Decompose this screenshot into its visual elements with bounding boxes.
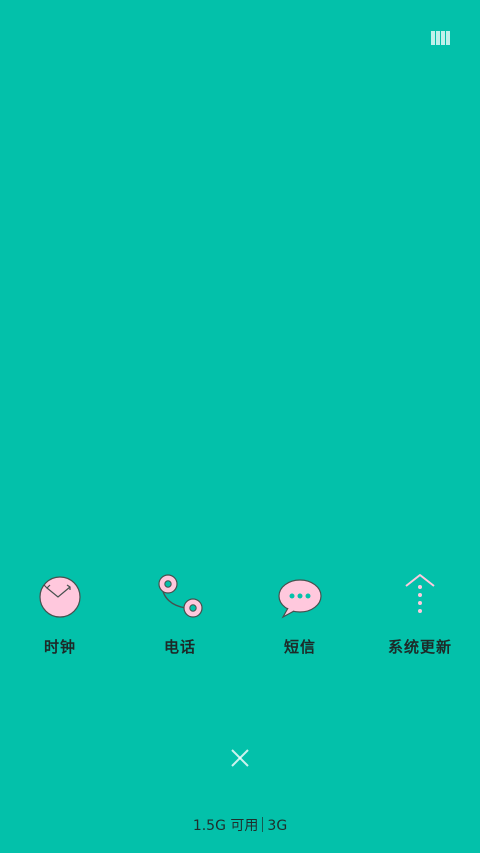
recent-apps-row: 时钟 电话 短信 系统更新 [0,566,480,666]
recent-apps-screen: 时钟 电话 短信 系统更新 1.5G 可用 3G [0,0,480,853]
multi-window-icon [431,31,450,45]
multi-window-button[interactable] [428,27,454,49]
app-label: 时钟 [43,638,76,656]
app-label: 电话 [163,638,196,656]
network-type-text: 3G [267,818,288,834]
close-all-button[interactable] [225,743,255,773]
app-phone[interactable]: 电话 [120,566,240,666]
system-update-icon [405,574,435,613]
status-divider [262,817,264,832]
app-label: 短信 [283,638,316,656]
app-system-update[interactable]: 系统更新 [360,566,480,666]
message-icon [278,579,322,619]
memory-available-text: 1.5G 可用 [192,818,259,834]
clock-icon [39,576,81,618]
memory-status: 1.5G 可用 3G [0,815,480,835]
app-messages[interactable]: 短信 [240,566,360,666]
phone-icon [158,574,203,618]
app-clock[interactable]: 时钟 [0,566,120,666]
app-label: 系统更新 [387,638,452,656]
close-icon [231,749,249,767]
